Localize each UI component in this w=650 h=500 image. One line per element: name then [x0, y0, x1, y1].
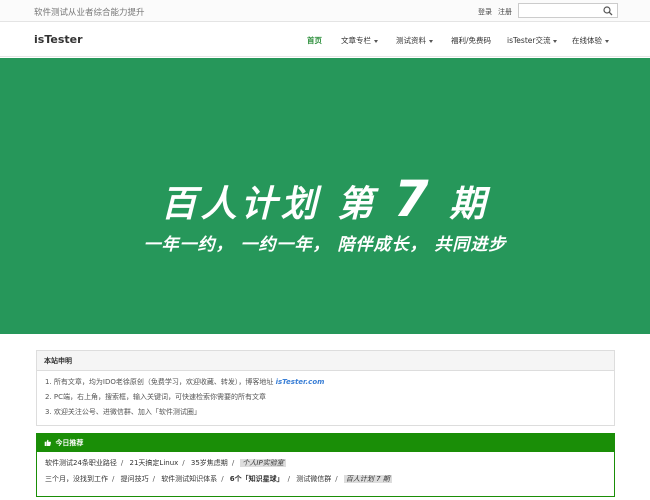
login-link[interactable]: 登录 — [478, 7, 492, 17]
chevron-down-icon — [374, 39, 378, 43]
nav-welfare-label: 福利/免费码 — [451, 36, 492, 45]
notice-line-1: 1. 所有文章，均为IDO老徐原创（免费学习，欢迎收藏、转发），博客地址 isT… — [45, 377, 324, 387]
banner-title-suffix: 期 — [449, 184, 490, 225]
hero-banner[interactable]: 百人计划 第 7 期 一年一约， 一约一年， 陪伴成长， 共同进步 — [0, 58, 650, 334]
recommend-title: 今日推荐 — [55, 439, 84, 447]
search-box — [518, 3, 618, 18]
nav-home-label: 首页 — [307, 36, 322, 45]
recommend-link[interactable]: 百人计划 7 期 — [343, 475, 392, 483]
recommend-link[interactable]: 软件测试知识体系 — [161, 475, 217, 483]
site-notice-panel: 本站申明 1. 所有文章，均为IDO老徐原创（免费学习，欢迎收藏、转发），博客地… — [36, 350, 615, 426]
chevron-down-icon — [605, 39, 609, 43]
nav-istester-exchange[interactable]: isTester交流 — [507, 35, 558, 46]
site-logo[interactable]: isTester — [34, 33, 83, 46]
today-recommend-panel: 今日推荐 软件测试24条职业路径/ 21天搞定Linux/ 35岁焦虑期 / 个人… — [36, 433, 615, 497]
chevron-down-icon — [429, 39, 433, 43]
recommend-link[interactable]: 21天搞定Linux — [130, 459, 179, 467]
blog-link[interactable]: isTester.com — [276, 378, 325, 386]
thumbs-up-icon — [44, 439, 51, 446]
recommend-link[interactable]: 6个「知识星球」 — [230, 475, 284, 483]
nav-articles-label: 文章专栏 — [341, 36, 371, 45]
register-link[interactable]: 注册 — [498, 7, 512, 17]
banner-title-prefix: 百人计划 第 — [160, 184, 378, 225]
nav-welfare[interactable]: 福利/免费码 — [451, 35, 491, 46]
banner-title-number: 7 — [393, 170, 433, 228]
chevron-down-icon — [553, 39, 558, 43]
recommend-row-2: 三个月，没找到工作 / 提问技巧 / 软件测试知识体系/ 6个「知识星球」 / 测试微… — [45, 475, 392, 483]
recommend-link[interactable]: 软件测试24条职业路径 — [45, 459, 117, 467]
notice-line-2: 2. PC端，右上角，搜索框，输入关键词，可快速检索你需要的所有文章 — [45, 393, 267, 401]
recommend-link[interactable]: 35岁焦虑期 — [191, 459, 228, 467]
nav-test-materials-label: 测试资料 — [396, 36, 426, 45]
recommend-link[interactable]: 三个月，没找到工作 — [45, 475, 108, 483]
site-tagline: 软件测试从业者综合能力提升 — [34, 8, 145, 18]
recommend-link[interactable]: 个人IP实验室 — [240, 459, 286, 467]
notice-line-3: 3. 欢迎关注公号、进微信群、加入「软件测试圈」 — [45, 408, 201, 416]
main-navbar: isTester 首页 文章专栏 测试资料 福利/免费码 isTester交流 … — [0, 22, 650, 57]
recommend-link[interactable]: 测试微信群 — [296, 475, 331, 483]
nav-articles[interactable]: 文章专栏 — [341, 35, 378, 46]
recommend-header: 今日推荐 — [37, 434, 614, 452]
recommend-row-1: 软件测试24条职业路径/ 21天搞定Linux/ 35岁焦虑期 / 个人IP实验室 — [45, 459, 286, 467]
nav-home[interactable]: 首页 — [307, 35, 322, 46]
nav-online-trial[interactable]: 在线体验 — [572, 35, 609, 46]
nav-online-trial-label: 在线体验 — [572, 36, 602, 45]
notice-title: 本站申明 — [37, 351, 614, 371]
recommend-link[interactable]: 提问技巧 — [121, 475, 149, 483]
nav-istester-exchange-label: isTester交流 — [507, 36, 551, 45]
search-icon[interactable] — [603, 6, 613, 16]
search-input[interactable] — [519, 4, 603, 17]
notice-line-1-text: 1. 所有文章，均为IDO老徐原创（免费学习，欢迎收藏、转发），博客地址 — [45, 378, 274, 386]
banner-title: 百人计划 第 7 期 — [0, 170, 650, 228]
top-bar: 软件测试从业者综合能力提升 登录 注册 — [0, 0, 650, 22]
banner-slogan: 一年一约， 一约一年， 陪伴成长， 共同进步 — [143, 235, 507, 255]
nav-test-materials[interactable]: 测试资料 — [396, 35, 433, 46]
